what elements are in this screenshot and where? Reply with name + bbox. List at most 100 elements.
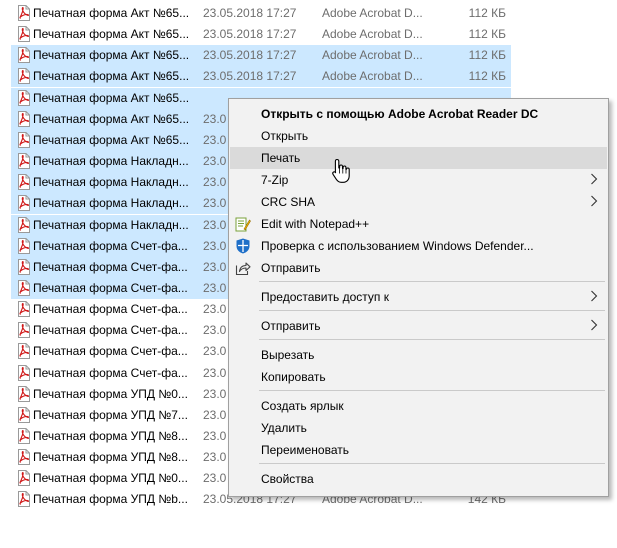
file-size: 112 КБ <box>468 48 506 63</box>
file-name: Печатная форма Акт №65... <box>33 111 190 126</box>
file-date: 23.05.2018 17:27 <box>203 69 297 84</box>
file-date: 23.0 <box>203 280 227 295</box>
pdf-file-icon <box>18 322 30 339</box>
file-date: 23.0 <box>203 302 227 317</box>
pdf-file-icon <box>18 216 30 233</box>
file-type: Adobe Acrobat D... <box>322 48 423 63</box>
menu-item-label: Открыть <box>261 129 309 143</box>
file-name: Печатная форма Счет-фа... <box>33 365 188 380</box>
menu-item-send-to[interactable]: Отправить <box>230 315 607 337</box>
pdf-file-icon <box>18 153 30 170</box>
pdf-file-icon <box>18 110 30 127</box>
menu-item-label: Вырезать <box>261 348 315 362</box>
file-date: 23.0 <box>203 175 227 190</box>
file-date: 23.05.2018 17:27 <box>203 27 297 42</box>
menu-item-send[interactable]: Отправить <box>230 257 607 279</box>
file-date: 23.0 <box>203 344 227 359</box>
context-menu: Открыть с помощью Adobe Acrobat Reader D… <box>228 98 609 497</box>
file-name: Печатная форма УПД №0... <box>33 471 188 486</box>
menu-item-label: Создать ярлык <box>261 399 344 413</box>
menu-separator <box>259 339 605 340</box>
file-row[interactable]: Печатная форма Акт №65... 23.05.2018 17:2… <box>11 3 511 24</box>
file-type: Adobe Acrobat D... <box>322 69 423 84</box>
file-date: 23.05.2018 17:27 <box>203 48 297 63</box>
pdf-file-icon <box>18 343 30 360</box>
file-row[interactable]: Печатная форма Акт №65... 23.05.2018 17:2… <box>11 24 511 45</box>
file-date: 23.0 <box>203 132 227 147</box>
file-type: Adobe Acrobat D... <box>322 27 423 42</box>
menu-item-properties[interactable]: Свойства <box>230 468 607 490</box>
file-name: Печатная форма Счет-фа... <box>33 238 188 253</box>
pdf-file-icon <box>18 68 30 85</box>
pdf-file-icon <box>18 258 30 275</box>
pdf-file-icon <box>18 89 30 106</box>
file-date: 23.0 <box>203 429 227 443</box>
file-date: 23.05.2018 17:27 <box>203 6 297 20</box>
menu-item-rename[interactable]: Переименовать <box>230 439 607 461</box>
file-row[interactable]: Печатная форма Акт №65... 23.05.2018 17:2… <box>11 66 511 88</box>
file-date: 23.0 <box>203 471 227 486</box>
file-name: Печатная форма УПД №8... <box>33 450 188 465</box>
file-date: 23.0 <box>203 365 227 380</box>
file-name: Печатная форма УПД №b... <box>33 492 188 507</box>
submenu-arrow-icon <box>591 195 598 207</box>
menu-item-7zip[interactable]: 7-Zip <box>230 169 607 191</box>
menu-item-label: Свойства <box>261 472 314 486</box>
file-date: 23.0 <box>203 323 227 338</box>
file-name: Печатная форма Счет-фа... <box>33 280 188 295</box>
file-name: Печатная форма Накладн... <box>33 154 189 169</box>
file-date: 23.0 <box>203 217 227 232</box>
notepad-plus-plus-icon <box>235 217 251 232</box>
menu-item-label: 7-Zip <box>261 173 289 187</box>
menu-item-label: Копировать <box>261 370 326 384</box>
menu-item-label: Переименовать <box>261 443 349 457</box>
menu-item-label: Открыть с помощью Adobe Acrobat Reader D… <box>261 107 539 121</box>
pdf-file-icon <box>18 301 30 318</box>
menu-item-label: CRC SHA <box>261 195 316 209</box>
menu-item-defender-scan[interactable]: Проверка с использованием Windows Defend… <box>230 235 607 257</box>
menu-item-label: Edit with Notepad++ <box>261 217 370 231</box>
pdf-file-icon <box>18 470 30 487</box>
file-name: Печатная форма Счет-фа... <box>33 344 188 359</box>
file-name: Печатная форма Счет-фа... <box>33 259 188 274</box>
file-name: Печатная форма Акт №65... <box>33 132 190 147</box>
file-size: 112 КБ <box>468 27 506 42</box>
hand-cursor-icon <box>332 158 350 183</box>
file-name: Печатная форма Акт №65... <box>33 6 190 20</box>
file-date: 23.0 <box>203 450 227 465</box>
menu-item-print[interactable]: Печать <box>230 147 607 169</box>
pdf-file-icon <box>18 47 30 64</box>
file-date: 23.0 <box>203 111 227 126</box>
file-name: Печатная форма Акт №65... <box>33 90 190 105</box>
file-date: 23.0 <box>203 238 227 253</box>
pdf-file-icon <box>18 237 30 254</box>
menu-item-label: Удалить <box>261 421 307 435</box>
file-name: Печатная форма Акт №65... <box>33 48 190 63</box>
menu-item-edit-notepad[interactable]: Edit with Notepad++ <box>230 213 607 235</box>
menu-item-create-shortcut[interactable]: Создать ярлык <box>230 395 607 417</box>
menu-item-cut[interactable]: Вырезать <box>230 344 607 366</box>
file-size: 112 КБ <box>468 6 506 20</box>
pdf-file-icon <box>18 131 30 148</box>
menu-item-give-access[interactable]: Предоставить доступ к <box>230 286 607 308</box>
file-date: 23.0 <box>203 259 227 274</box>
windows-defender-icon <box>236 238 250 254</box>
pdf-file-icon <box>18 174 30 191</box>
menu-item-copy[interactable]: Копировать <box>230 366 607 388</box>
menu-item-crc-sha[interactable]: CRC SHA <box>230 191 607 213</box>
submenu-arrow-icon <box>591 319 598 331</box>
pdf-file-icon <box>18 5 30 21</box>
menu-item-open[interactable]: Открыть <box>230 125 607 147</box>
menu-item-open-with-acrobat[interactable]: Открыть с помощью Adobe Acrobat Reader D… <box>230 103 607 125</box>
file-name: Печатная форма Счет-фа... <box>33 323 188 338</box>
pdf-file-icon <box>18 428 30 444</box>
menu-item-delete[interactable]: Удалить <box>230 417 607 439</box>
file-date: 23.0 <box>203 196 227 211</box>
submenu-arrow-icon <box>591 173 598 185</box>
pdf-file-icon <box>18 449 30 466</box>
share-icon <box>235 262 251 276</box>
pdf-file-icon <box>18 195 30 212</box>
menu-separator <box>259 390 605 391</box>
file-row[interactable]: Печатная форма Акт №65... 23.05.2018 17:2… <box>11 45 511 67</box>
file-size: 112 КБ <box>468 69 506 84</box>
